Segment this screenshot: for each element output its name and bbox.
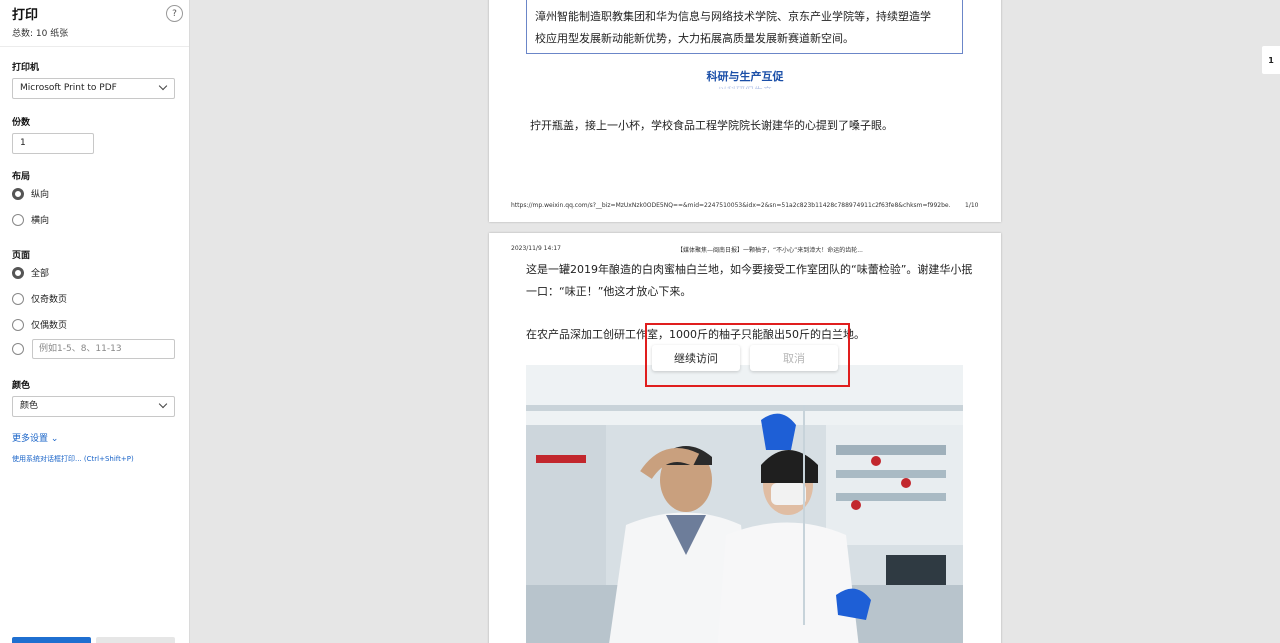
layout-landscape-label: 横向 xyxy=(31,216,50,226)
continue-visit-button[interactable]: 继续访问 xyxy=(652,345,740,371)
pages-odd-option[interactable]: 仅奇数页 xyxy=(12,292,67,305)
pages-all-option[interactable]: 全部 xyxy=(12,266,49,279)
radio-icon[interactable] xyxy=(12,292,24,305)
radio-icon[interactable] xyxy=(12,318,24,331)
continue-visit-dialog: 继续访问 取消 xyxy=(645,323,850,387)
header-date: 2023/11/9 14:17 xyxy=(511,245,561,252)
page-range-input[interactable]: 例如1-5、8、11-13 xyxy=(32,339,175,359)
cancel-button[interactable] xyxy=(96,637,175,643)
preview-page-2: 2023/11/9 14:17 【媒体聚焦—闽南日报】一颗柚子，“不小心”来到漳… xyxy=(489,233,1001,643)
help-icon[interactable]: ? xyxy=(166,5,183,22)
chevron-down-icon xyxy=(158,81,168,91)
layout-label: 布局 xyxy=(12,172,31,182)
text-line: 漳州智能制造职教集团和华为信息与网络技术学院、京东产业学院等，持续塑造学 xyxy=(535,10,931,23)
radio-selected-icon[interactable] xyxy=(12,266,24,279)
sidebar-header: 打印 总数: 10 纸张 ? xyxy=(0,0,189,47)
paragraph-line: 一口：“味正！”他这才放心下来。 xyxy=(526,285,692,298)
text-line: 校应用型发展新动能新优势，大力拓展高质量发展新赛道新空间。 xyxy=(535,32,854,45)
pages-label: 页面 xyxy=(12,251,31,261)
page-number-indicator: 1 xyxy=(1262,46,1280,74)
system-dialog-link[interactable]: 使用系统对话框打印... (Ctrl+Shift+P) xyxy=(12,454,134,464)
print-settings-sidebar: 打印 总数: 10 纸张 ? 打印机 Microsoft Print to PD… xyxy=(0,0,190,643)
pages-even-label: 仅偶数页 xyxy=(31,321,68,331)
header-title: 【媒体聚焦—闽南日报】一颗柚子，“不小心”来到漳大！命运的齿轮... xyxy=(677,247,863,254)
paragraph: 拧开瓶盖，接上一小杯，学校食品工程学院院长谢建华的心提到了嗓子眼。 xyxy=(530,119,893,132)
print-title: 打印 xyxy=(12,8,39,23)
chevron-down-icon xyxy=(158,399,168,409)
pages-odd-label: 仅奇数页 xyxy=(31,295,68,305)
footer-url: https://mp.weixin.qq.com/s?__biz=MzUxNzk… xyxy=(511,202,951,209)
color-label: 颜色 xyxy=(12,381,31,391)
printer-select[interactable]: Microsoft Print to PDF xyxy=(12,78,175,99)
pages-custom-option[interactable] xyxy=(12,343,31,355)
copies-label: 份数 xyxy=(12,118,31,128)
layout-portrait-label: 纵向 xyxy=(31,190,50,200)
layout-portrait-option[interactable]: 纵向 xyxy=(12,187,49,200)
print-button[interactable] xyxy=(12,637,91,643)
color-select-value: 颜色 xyxy=(20,401,39,411)
radio-selected-icon[interactable] xyxy=(12,187,24,200)
lab-photo xyxy=(526,365,963,643)
pages-all-label: 全部 xyxy=(31,269,50,279)
highlight-box: 漳州智能制造职教集团和华为信息与网络技术学院、京东产业学院等，持续塑造学 校应用… xyxy=(526,0,963,54)
color-select[interactable]: 颜色 xyxy=(12,396,175,417)
more-settings-link[interactable]: 更多设置 ⌄ xyxy=(12,431,58,444)
dialog-cancel-button[interactable]: 取消 xyxy=(750,345,838,371)
paragraph-line: 这是一罐2019年酿造的白肉蜜柚白兰地，如今要接受工作室团队的“味蕾检验”。谢建… xyxy=(526,263,973,276)
layout-landscape-option[interactable]: 横向 xyxy=(12,213,49,226)
radio-icon[interactable] xyxy=(12,343,24,355)
pages-even-option[interactable]: 仅偶数页 xyxy=(12,318,67,331)
preview-page-1: 漳州智能制造职教集团和华为信息与网络技术学院、京东产业学院等，持续塑造学 校应用… xyxy=(489,0,1001,222)
section-subtitle: 以科研促生产 xyxy=(489,84,1001,89)
footer-page-number: 1/10 xyxy=(965,202,979,209)
sheet-total: 总数: 10 纸张 xyxy=(12,29,69,39)
copies-input[interactable]: 1 xyxy=(12,133,94,154)
printer-label: 打印机 xyxy=(12,63,40,73)
radio-icon[interactable] xyxy=(12,213,24,226)
section-title: 科研与生产互促 xyxy=(706,70,784,83)
printer-select-value: Microsoft Print to PDF xyxy=(20,83,117,93)
